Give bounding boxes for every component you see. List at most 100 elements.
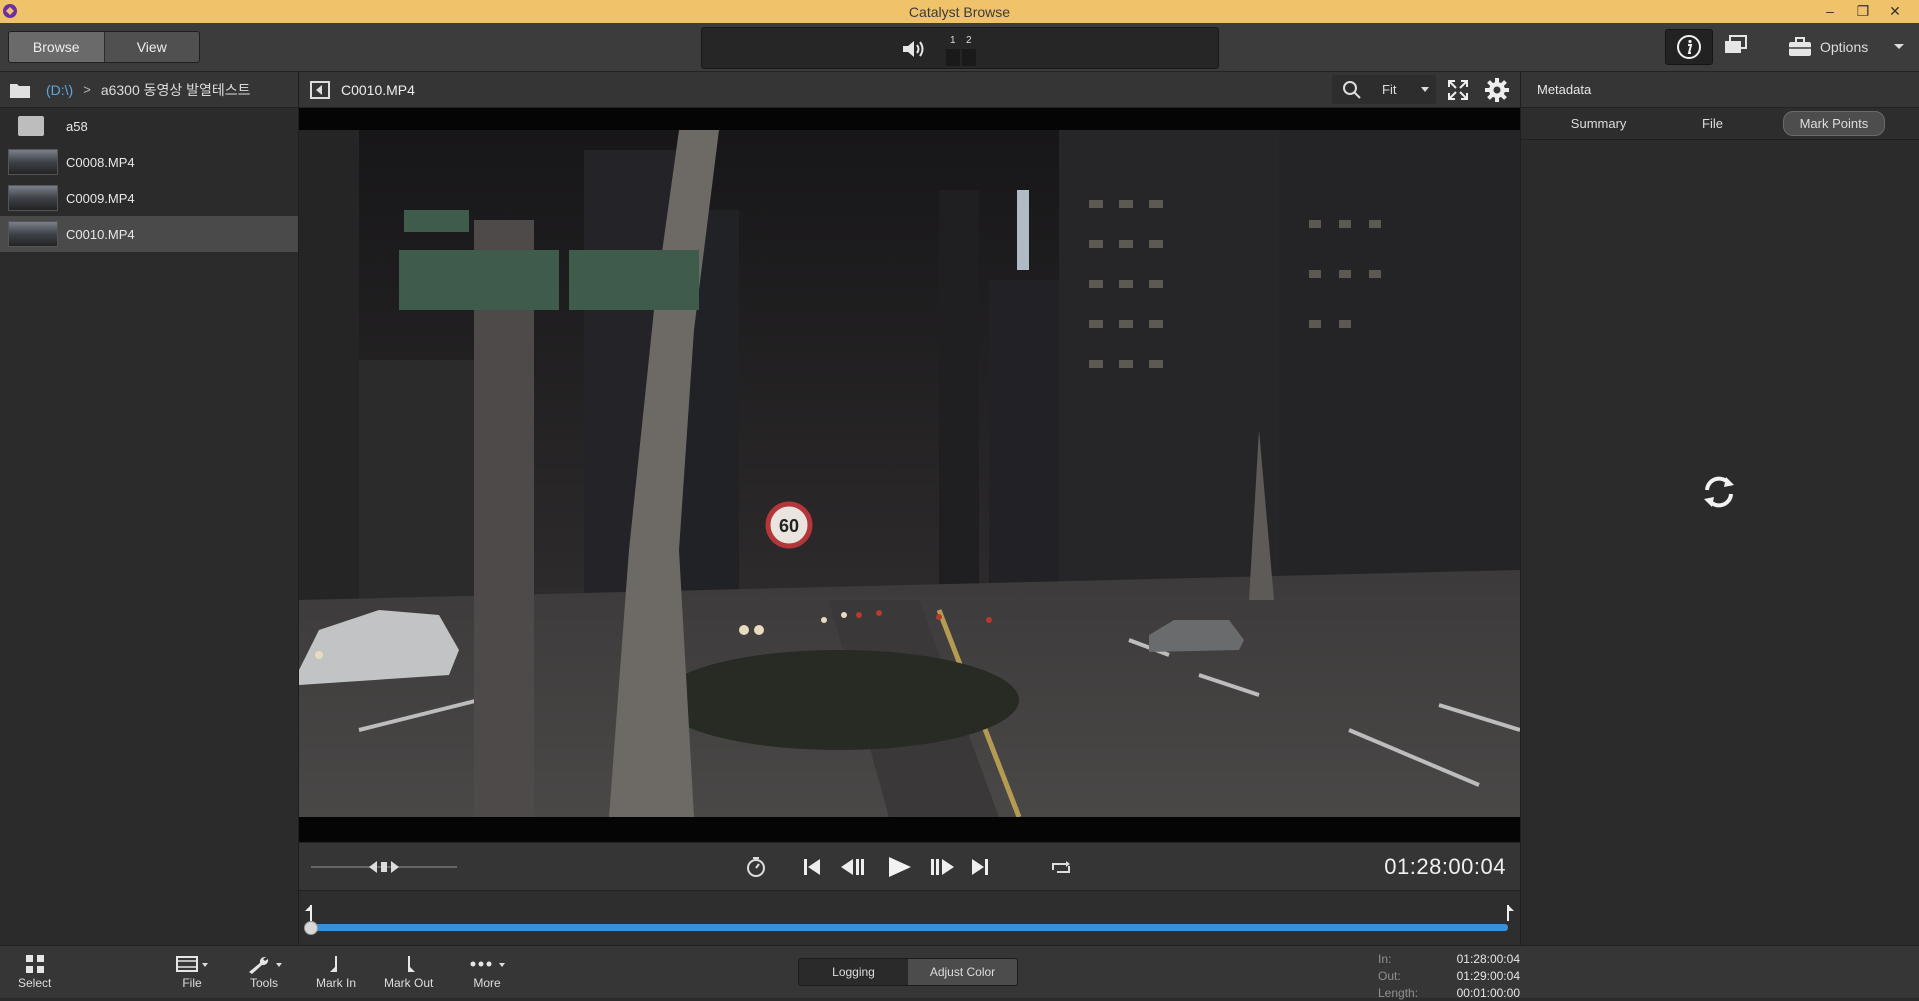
mark-out-label: Mark Out <box>384 976 434 990</box>
main-toolbar: Browse View 1 2 Options <box>0 23 1919 72</box>
audio-panel: 1 2 <box>701 27 1219 69</box>
clip-thumbnail <box>8 185 58 211</box>
refresh-icon[interactable] <box>1699 472 1739 512</box>
folder-icon <box>18 116 44 136</box>
skip-to-end-icon[interactable] <box>969 856 991 878</box>
restore-button[interactable]: ❐ <box>1848 0 1878 22</box>
mode-switch: Browse View <box>8 31 200 63</box>
mark-in-button[interactable]: Mark In <box>316 954 356 990</box>
wrench-icon <box>249 956 282 974</box>
file-label: File <box>182 976 202 990</box>
gear-icon[interactable] <box>1484 77 1510 103</box>
film-icon <box>176 956 208 972</box>
breadcrumb-separator: > <box>83 82 91 97</box>
meter-1-label: 1 <box>950 35 956 46</box>
folder-icon[interactable] <box>9 81 31 99</box>
windows-icon[interactable] <box>1723 34 1749 56</box>
options-label: Options <box>1820 39 1869 55</box>
close-button[interactable]: ✕ <box>1880 0 1910 22</box>
window-title: Catalyst Browse <box>908 4 1011 20</box>
list-item-label: a58 <box>66 118 88 134</box>
tab-summary[interactable]: Summary <box>1555 112 1643 135</box>
video-viewer[interactable]: 60 <box>299 108 1520 842</box>
list-item-clip-selected[interactable]: C0010.MP4 <box>0 216 298 252</box>
step-back-icon[interactable] <box>839 856 867 878</box>
tools-label: Tools <box>249 976 278 990</box>
mode-tabs: Logging Adjust Color <box>798 958 1018 986</box>
list-item-clip[interactable]: C0009.MP4 <box>0 180 298 216</box>
clip-name: C0010.MP4 <box>341 82 415 98</box>
play-icon[interactable] <box>885 855 913 879</box>
metadata-panel: Metadata Summary File Mark Points <box>1520 72 1919 945</box>
audio-meter-1: 1 <box>946 35 960 67</box>
video-frame: 60 <box>299 130 1520 817</box>
jog-shuttle-slider[interactable] <box>309 857 459 877</box>
viewer-header: C0010.MP4 Fit <box>299 72 1520 108</box>
breadcrumb-drive[interactable]: (D:\) <box>46 82 73 98</box>
skip-to-start-icon[interactable] <box>801 856 823 878</box>
browse-button[interactable]: Browse <box>9 32 104 62</box>
more-label: More <box>473 976 501 990</box>
in-out-info: In: 01:28:00:04 Out: 01:29:00:04 Length: 00… <box>1378 950 1520 1001</box>
mark-out-button[interactable]: Mark Out <box>384 954 433 990</box>
in-value: 01:28:00:04 <box>1456 951 1520 966</box>
title-bar: Catalyst Browse – ❐ ✕ <box>0 0 1919 23</box>
timeline-bar[interactable] <box>299 891 1520 946</box>
options-button[interactable]: Options <box>1788 34 1906 60</box>
length-value: 00:01:00:00 <box>1456 985 1520 1000</box>
select-label: Select <box>18 976 52 990</box>
tab-mark-points[interactable]: Mark Points <box>1782 111 1886 136</box>
tab-logging[interactable]: Logging <box>799 959 908 985</box>
search-icon[interactable] <box>1342 80 1362 100</box>
progress-track[interactable] <box>311 924 1508 931</box>
chevron-down-icon <box>1894 44 1905 49</box>
playhead-handle[interactable] <box>304 921 318 935</box>
list-item-clip[interactable]: C0008.MP4 <box>0 144 298 180</box>
bottom-toolbar: Select File Tools Mark In Mark Out More … <box>0 945 1919 1001</box>
meter-2-label: 2 <box>966 35 972 46</box>
metadata-tabs: Summary File Mark Points <box>1521 108 1919 140</box>
tab-adjust-color[interactable]: Adjust Color <box>908 959 1017 985</box>
tools-menu-button[interactable]: Tools <box>244 954 284 990</box>
collapse-panel-icon[interactable] <box>310 81 330 99</box>
video-frame-image: 60 <box>299 130 1520 817</box>
file-menu-button[interactable]: File <box>174 954 210 990</box>
loop-icon[interactable] <box>1049 856 1073 878</box>
metadata-title: Metadata <box>1521 72 1919 108</box>
more-button[interactable]: More <box>465 954 509 990</box>
transport-controls: 01:28:00:04 <box>299 842 1520 890</box>
audio-meter-2: 2 <box>962 35 976 67</box>
chevron-down-icon <box>1421 87 1429 92</box>
fullscreen-icon[interactable] <box>1446 78 1470 102</box>
timeline[interactable] <box>299 890 1520 945</box>
list-item-label: C0010.MP4 <box>66 226 135 242</box>
briefcase-icon <box>1789 37 1811 56</box>
list-item-label: C0009.MP4 <box>66 190 135 206</box>
timecode-display: 01:28:00:04 <box>1384 854 1506 879</box>
speaker-icon[interactable] <box>900 38 928 60</box>
info-icon <box>1677 35 1701 59</box>
zoom-select[interactable]: Fit <box>1382 82 1396 97</box>
clip-thumbnail <box>8 149 58 175</box>
clip-thumbnail <box>8 221 58 247</box>
timer-icon[interactable] <box>745 856 767 878</box>
zoom-control[interactable]: Fit <box>1332 75 1436 104</box>
info-button[interactable] <box>1665 29 1713 65</box>
mark-out-icon <box>407 956 415 972</box>
breadcrumb: (D:\) > a6300 동영상 발열테스트 <box>0 72 298 108</box>
select-button[interactable]: Select <box>18 954 51 990</box>
minimize-button[interactable]: – <box>1815 0 1845 22</box>
list-item-label: C0008.MP4 <box>66 154 135 170</box>
out-value: 01:29:00:04 <box>1456 968 1520 983</box>
svg-text:60: 60 <box>779 516 799 536</box>
step-forward-icon[interactable] <box>928 856 956 878</box>
breadcrumb-folder[interactable]: a6300 동영상 발열테스트 <box>101 80 251 100</box>
mark-in-label: Mark In <box>316 976 357 990</box>
view-button[interactable]: View <box>103 32 200 62</box>
out-label: Out: <box>1378 968 1401 983</box>
more-icon <box>470 961 505 967</box>
list-item-folder[interactable]: a58 <box>0 108 298 144</box>
tab-file[interactable]: File <box>1686 112 1739 135</box>
grid-icon <box>25 955 44 973</box>
mark-in-icon <box>330 956 337 972</box>
